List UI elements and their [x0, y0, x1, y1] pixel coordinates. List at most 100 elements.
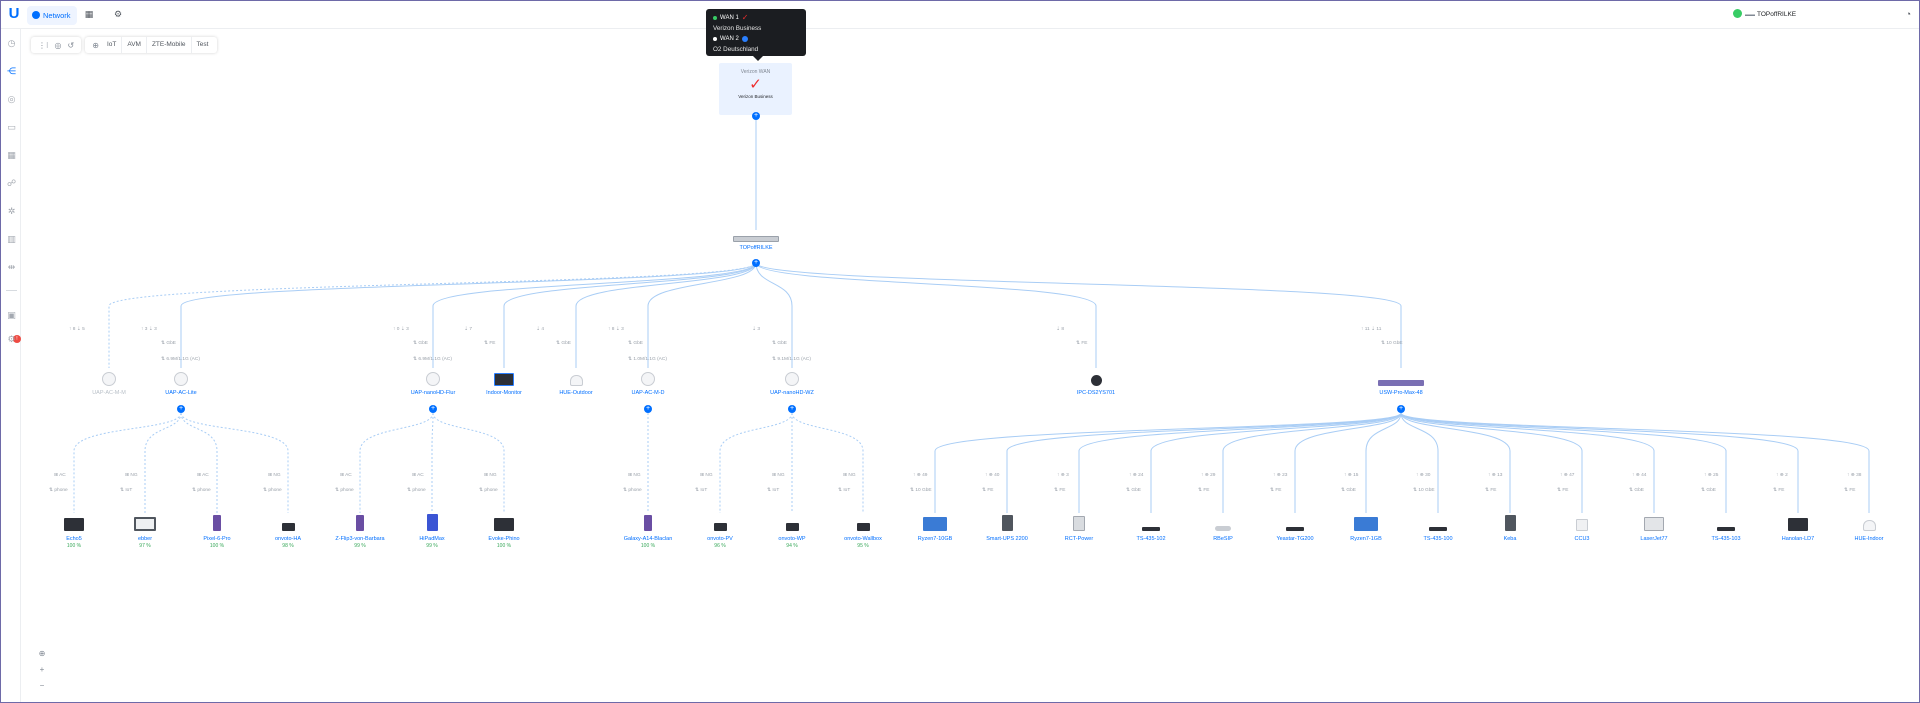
settings-icon[interactable]: ⚙ [6, 334, 17, 345]
box-device-icon [757, 513, 827, 531]
tier2-pixel-6-pro-signal: 100 % [209, 543, 225, 549]
devices-icon[interactable]: ◎ [6, 94, 17, 105]
screen-device-icon [1763, 513, 1833, 531]
tier2-ccu3-node[interactable]: CCU3 [1547, 513, 1617, 543]
tier2-ts-435-102-node[interactable]: TS-435-102 [1116, 513, 1186, 543]
add-filter-icon[interactable]: ⊕ [92, 41, 99, 50]
tier1-hue-outdoor-node[interactable]: HUE-Outdoor [541, 368, 611, 397]
tier1-uap-ac-lite-node[interactable]: UAP-AC-Lite [146, 368, 216, 397]
expand-tier1-2-button[interactable]: + [429, 405, 437, 413]
security-icon[interactable]: ✲ [6, 206, 17, 217]
tier2-evoke-phino-node[interactable]: Evoke-Phino 100 % [469, 513, 539, 549]
tier1-uap-ac-m-m-node[interactable]: UAP-AC-M-M [74, 368, 144, 397]
focus-icon[interactable]: ◎ [55, 41, 62, 50]
ports-icon[interactable]: ⇹ [6, 262, 17, 273]
tier2-echo5-node[interactable]: Echo5 100 % [39, 513, 109, 549]
filter-tag-avm[interactable]: AVM [121, 37, 146, 53]
tier1-usw-pro-max-48-uplink: ⇅ 10 GbE [1381, 341, 1403, 346]
tier2-rbesip-node[interactable]: RBeSIP [1188, 513, 1258, 543]
tier1-uap-nanohd-wz-rate: ⇅ 9.1M/1.1G (AC) [772, 357, 811, 362]
zoom-out-icon[interactable]: − [34, 678, 50, 694]
tier2-onvoto-pv-node[interactable]: onvoto-PV 96 % [685, 513, 755, 549]
tier2-onvoto-wp-mode: ⇅ IoT [767, 488, 780, 493]
tier2-keba-node[interactable]: Keba [1475, 513, 1545, 543]
tier2-pixel-6-pro-node[interactable]: Pixel-6-Pro 100 % [182, 513, 252, 549]
zoom-in-icon[interactable]: + [34, 662, 50, 678]
tier1-uap-nanohd-wz-name: UAP-nanoHD-WZ [770, 390, 814, 396]
statistics-icon[interactable]: ▥ [6, 234, 17, 245]
gateway-node[interactable]: TOPoffRILKE [721, 224, 791, 252]
tier2-hue-indoor-node[interactable]: HUE-Indoor [1834, 513, 1904, 543]
expand-tier1-6-button[interactable]: + [788, 405, 796, 413]
tier2-laserjet77-speed: ⇅ GbE [1629, 488, 1644, 493]
tier2-onvoto-wp-band: ⊞ NG [772, 473, 785, 478]
tier2-onvoto-ha-node[interactable]: onvoto-HA 98 % [253, 513, 323, 549]
tier2-ts-435-100-port: ↑ ⊕ 30 [1416, 473, 1431, 478]
tier1-indoor-monitor-uplink: ⇅ FE [484, 341, 496, 346]
user-settings-icon[interactable]: ⚙ [112, 9, 124, 19]
tier1-ipc-ds2ys701-node[interactable]: IPC-DS2YS701 [1061, 368, 1131, 397]
tier2-onvoto-ha-signal: 98 % [282, 543, 294, 549]
unifi-devices-icon[interactable]: ▦ [6, 150, 17, 161]
tier2-ts-435-100-node[interactable]: TS-435-100 [1403, 513, 1473, 543]
filter-tag-test[interactable]: Test [190, 37, 214, 53]
tier1-uap-nanohd-flur-node[interactable]: UAP-nanoHD-Flur [398, 368, 468, 397]
history-icon[interactable]: ↺ [68, 41, 75, 50]
center-view-icon[interactable]: ⊕ [34, 646, 50, 662]
topology-icon[interactable]: ⋲ [6, 66, 17, 77]
tier2-yeastar-tg200-node[interactable]: Yeastar-TG200 [1260, 513, 1330, 543]
tier1-indoor-monitor-node[interactable]: Indoor-Monitor [469, 368, 539, 397]
tier1-usw-pro-max-48-node[interactable]: USW-Pro-Max-48 [1366, 368, 1436, 397]
dashboard-icon[interactable]: ◷ [6, 38, 17, 49]
insights-icon[interactable]: ☍ [6, 178, 17, 189]
tier2-hanolan-ld7-name: Hanolan-LD7 [1781, 536, 1815, 542]
layout-icon[interactable]: ⋮⁝ [38, 41, 49, 50]
tier2-rct-power-node[interactable]: RCT-Power [1044, 513, 1114, 543]
tier2-z-flip3-von-barbara-signal: 99 % [354, 543, 366, 549]
tier2-ryzen7-10gb-node[interactable]: Ryzen7-10GB [900, 513, 970, 543]
gateway-icon [721, 224, 791, 242]
tier1-uap-nanohd-wz-node[interactable]: UAP-nanoHD-WZ [757, 368, 827, 397]
user-avatar-icon[interactable]: ◔ [1906, 9, 1911, 19]
tier1-uap-ac-m-d-node[interactable]: UAP-AC-M-D [613, 368, 683, 397]
tier2-onvoto-pv-signal: 96 % [714, 543, 726, 549]
console-selector[interactable]: ▬▬ TOPoffRILKE [1733, 7, 1863, 23]
tier2-hanolan-ld7-node[interactable]: Hanolan-LD7 [1763, 513, 1833, 543]
tier2-ryzen7-1gb-node[interactable]: Ryzen7-1GB [1331, 513, 1401, 543]
tier2-smart-ups-2200-node[interactable]: Smart-UPS 2200 [972, 513, 1042, 543]
expand-tier1-1-button[interactable]: + [177, 405, 185, 413]
verizon-logo-icon: ✓ [749, 76, 762, 93]
alarm-icon[interactable]: ▣ [6, 310, 17, 321]
filter-tag-iot[interactable]: IoT [102, 37, 121, 53]
filter-tag-zte[interactable]: ZTE-Mobile [145, 37, 191, 53]
tier2-laserjet77-node[interactable]: LaserJet77 [1619, 513, 1689, 543]
tier2-onvoto-wallbox-node[interactable]: onvoto-Wallbox 95 % [828, 513, 898, 549]
grid-apps-icon[interactable]: ▦ [83, 9, 95, 19]
tier2-onvoto-pv-band: ⊞ NG [700, 473, 713, 478]
tier2-ts-435-102-name: TS-435-102 [1136, 536, 1166, 542]
tier2-keba-port: ↑ ⊕ 13 [1488, 473, 1503, 478]
tier2-ts-435-103-node[interactable]: TS-435-103 [1691, 513, 1761, 543]
wan2-row: WAN 2 [713, 34, 799, 44]
tier2-z-flip3-von-barbara-node[interactable]: Z-Flip3-von-Barbara 99 % [325, 513, 395, 549]
clients-icon[interactable]: ▭ [6, 122, 17, 133]
tier2-hue-indoor-name: HUE-Indoor [1854, 536, 1884, 542]
tier2-ts-435-103-port: ↑ ⊕ 25 [1704, 473, 1719, 478]
unifi-logo-icon[interactable]: U [5, 5, 23, 23]
expand-tier1-8-button[interactable]: + [1397, 405, 1405, 413]
tier2-pixel-6-pro-band: ⊞ AC [197, 473, 209, 478]
tier2-galaxy-a14-blaclan-node[interactable]: Galaxy-A14-Blaclan 100 % [613, 513, 683, 549]
expand-gateway-button[interactable]: + [752, 259, 760, 267]
link-tier2-5 [431, 412, 434, 513]
tab-network[interactable]: Network [27, 6, 77, 25]
switch-device-icon [1366, 368, 1436, 386]
wan-card[interactable]: Verizon WAN ✓ Verizon Business [719, 63, 792, 115]
tier2-hipadmax-node[interactable]: HiPadMax 99 % [397, 513, 467, 549]
tier2-pixel-6-pro-mode: ⇅ phone [192, 488, 211, 493]
tier2-galaxy-a14-blaclan-mode: ⇅ phone [623, 488, 642, 493]
tier2-ebber-node[interactable]: ebber 97 % [110, 513, 180, 549]
tier2-onvoto-wp-node[interactable]: onvoto-WP 94 % [757, 513, 827, 549]
expand-tier1-5-button[interactable]: + [644, 405, 652, 413]
expand-wan-button[interactable]: + [752, 112, 760, 120]
smallbox-device-icon [1547, 513, 1617, 531]
